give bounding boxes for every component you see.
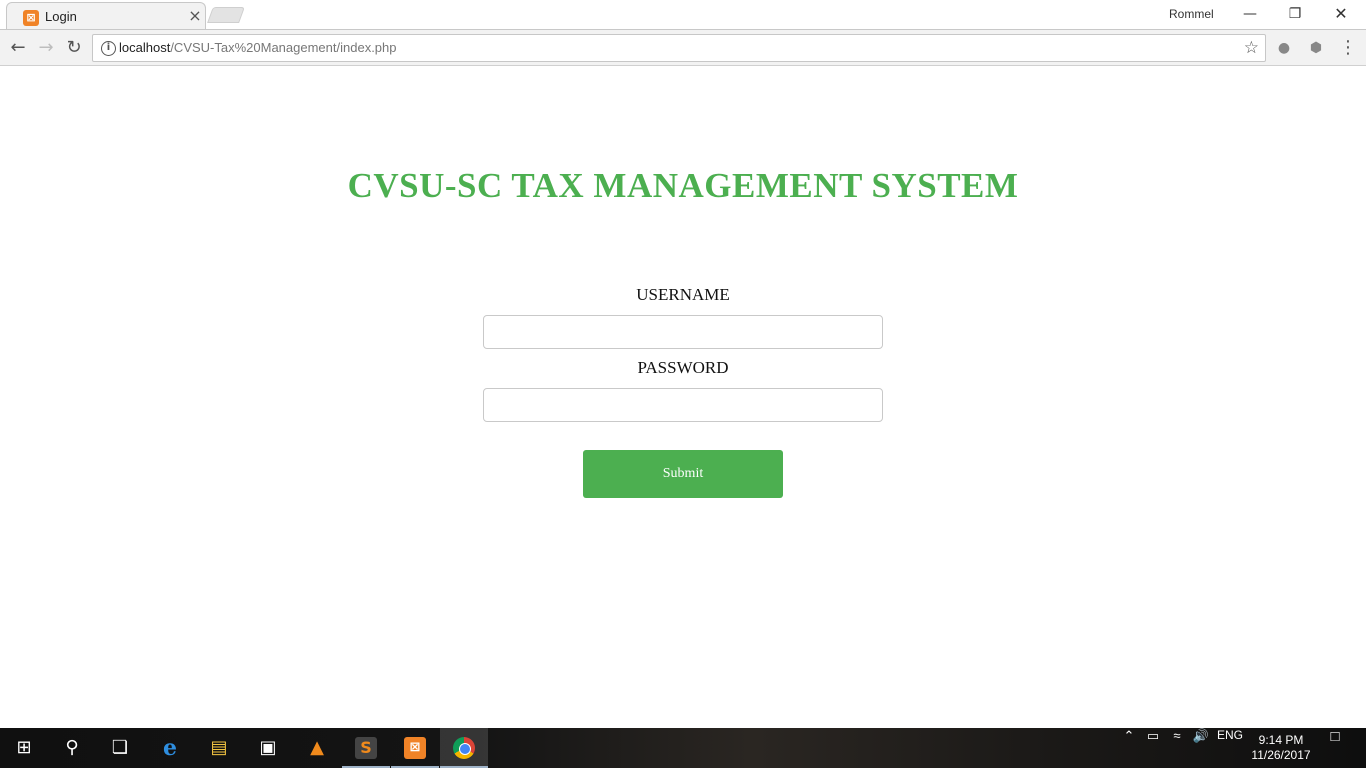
submit-button[interactable]: Submit (583, 450, 783, 498)
address-bar[interactable]: i localhost/CVSU-Tax%20Management/index.… (92, 34, 1266, 62)
password-input[interactable] (483, 388, 883, 422)
tab-login[interactable]: ⊠ Login × (6, 2, 206, 30)
tab-title: Login (45, 9, 77, 24)
profile-name[interactable]: Rommel (1169, 7, 1214, 21)
reload-icon[interactable]: ↻ (61, 35, 87, 61)
taskbar: ⊞ ⚲ ❏ e ▤ ▣ ▲ S ⊠ ⌃ ▭ ≈ 🔊 ENG 9:14 PM 11… (0, 728, 1366, 768)
close-window-icon[interactable]: ✕ (1318, 0, 1364, 28)
xampp-icon[interactable]: ⊠ (391, 728, 439, 768)
clock-time: 9:14 PM (1258, 733, 1304, 747)
browser-titlebar: ⊠ Login × Rommel — ❐ ✕ (0, 0, 1366, 30)
xampp-icon: ⊠ (23, 10, 39, 26)
forward-arrow-icon[interactable]: → (33, 35, 59, 61)
wifi-icon[interactable]: ≈ (1166, 728, 1188, 768)
chrome-icon[interactable] (440, 728, 488, 768)
extension-bulb-icon[interactable]: ● (1272, 36, 1296, 60)
bookmark-star-icon[interactable]: ☆ (1244, 38, 1259, 58)
minimize-icon[interactable]: — (1227, 0, 1273, 28)
notification-icon[interactable]: □ (1320, 728, 1350, 768)
start-icon[interactable]: ⊞ (0, 728, 48, 768)
page-content: CVSU-SC TAX MANAGEMENT SYSTEM USERNAME P… (0, 66, 1366, 728)
edge-icon[interactable]: e (146, 728, 194, 768)
volume-icon[interactable]: 🔊 (1190, 728, 1212, 768)
new-tab-button[interactable] (207, 7, 245, 23)
url-path: /CVSU-Tax%20Management/index.php (170, 40, 397, 55)
back-arrow-icon[interactable]: ← (5, 35, 31, 61)
task-view-icon[interactable]: ❏ (96, 728, 144, 768)
browser-toolbar: ← → ↻ i localhost/CVSU-Tax%20Management/… (0, 29, 1366, 66)
close-tab-icon[interactable]: × (187, 7, 203, 25)
url-host: localhost (119, 40, 171, 55)
sublime-text-icon[interactable]: S (342, 728, 390, 768)
username-input[interactable] (483, 315, 883, 349)
extension-icon[interactable]: ⬢ (1304, 36, 1328, 60)
info-icon[interactable]: i (101, 41, 116, 56)
clock[interactable]: 9:14 PM 11/26/2017 (1248, 728, 1314, 768)
clock-date: 11/26/2017 (1251, 748, 1311, 762)
show-hidden-icons-chevron-icon[interactable]: ⌃ (1118, 728, 1140, 768)
restore-icon[interactable]: ❐ (1272, 0, 1318, 28)
search-icon[interactable]: ⚲ (48, 728, 96, 768)
password-label: PASSWORD (637, 358, 729, 377)
file-explorer-icon[interactable]: ▤ (195, 728, 243, 768)
browser-menu-icon[interactable]: ⋮ (1336, 36, 1360, 60)
url-text[interactable]: localhost/CVSU-Tax%20Management/index.ph… (119, 40, 397, 55)
store-icon[interactable]: ▣ (244, 728, 292, 768)
vlc-icon[interactable]: ▲ (293, 728, 341, 768)
username-label: USERNAME (636, 285, 730, 304)
language-indicator[interactable]: ENG (1214, 728, 1246, 768)
battery-icon[interactable]: ▭ (1142, 728, 1164, 768)
page-title: CVSU-SC TAX MANAGEMENT SYSTEM (347, 166, 1019, 205)
